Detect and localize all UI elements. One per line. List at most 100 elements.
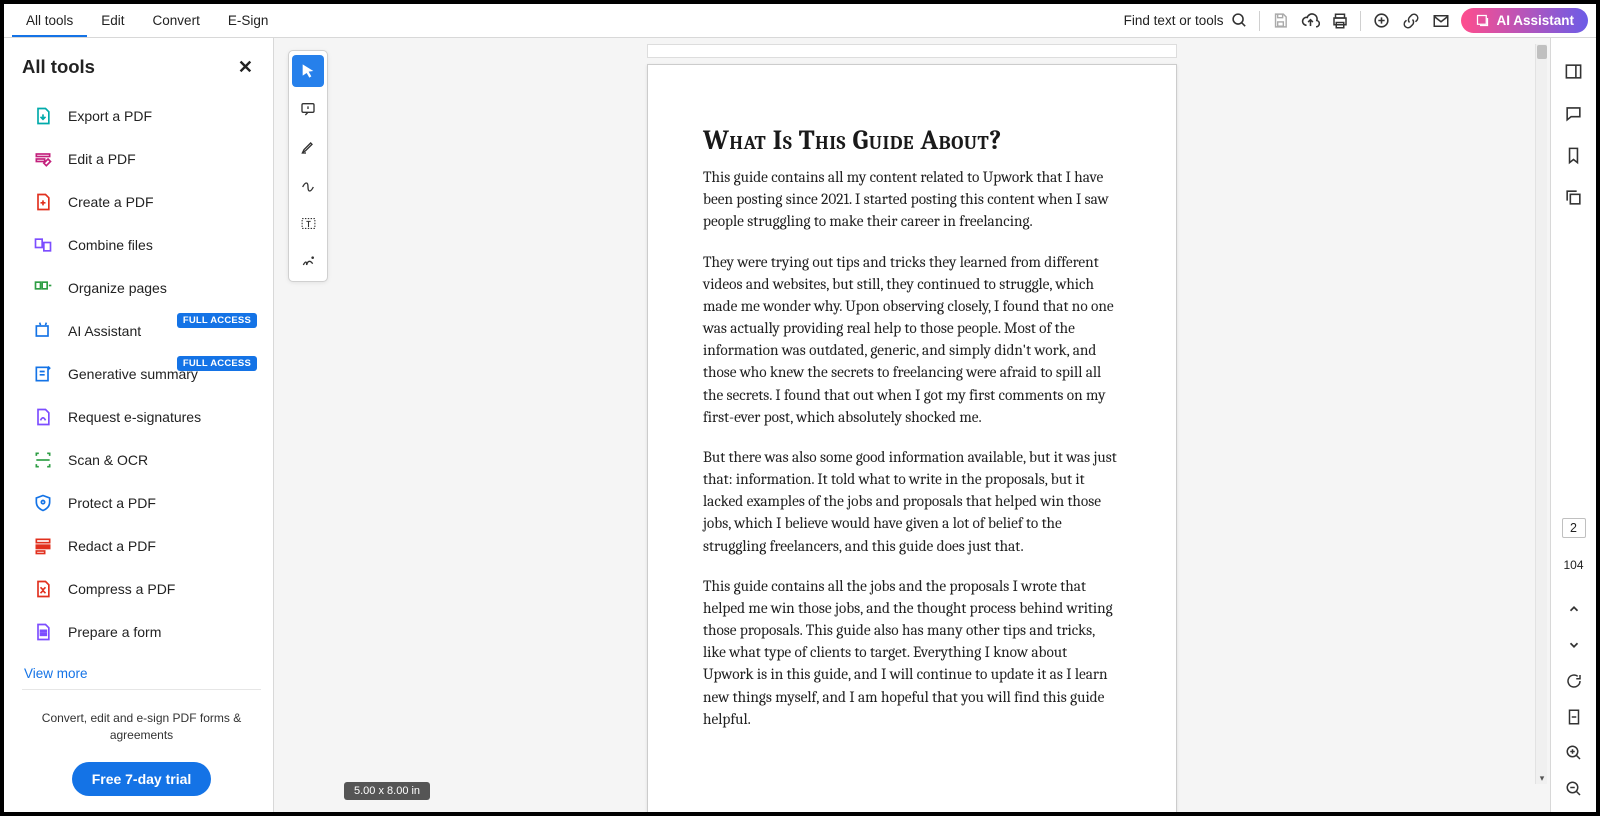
tool-label: Scan & OCR [68, 452, 148, 468]
ai-icon [32, 320, 54, 342]
cloud-upload-icon[interactable] [1300, 11, 1320, 31]
tab-convert[interactable]: Convert [139, 5, 214, 37]
panel-title: All tools [22, 56, 95, 78]
tab-edit[interactable]: Edit [87, 5, 138, 37]
prev-page-edge [647, 44, 1177, 58]
export-pdf-icon [32, 105, 54, 127]
zoom-in-icon[interactable] [1563, 742, 1585, 764]
panel-toggle-icon[interactable] [1563, 60, 1585, 82]
highlight-tool[interactable] [292, 131, 324, 163]
tool-ai-assistant[interactable]: AI Assistant FULL ACCESS [22, 311, 261, 351]
scrollbar-thumb[interactable] [1537, 45, 1547, 59]
tool-label: Organize pages [68, 280, 167, 296]
tool-label: Create a PDF [68, 194, 154, 210]
tool-create-pdf[interactable]: Create a PDF [22, 182, 261, 222]
search-icon [1229, 11, 1249, 31]
page-dimensions-tooltip: 5.00 x 8.00 in [344, 782, 430, 800]
paragraph: This guide contains all my content relat… [703, 166, 1121, 233]
close-panel-button[interactable]: ✕ [238, 57, 253, 78]
tools-list: Export a PDF Edit a PDF Create a PDF Com… [22, 96, 261, 652]
tool-combine-files[interactable]: Combine files [22, 225, 261, 265]
paragraph: They were trying out tips and tricks the… [703, 251, 1121, 428]
free-trial-button[interactable]: Free 7-day trial [72, 762, 212, 796]
print-icon[interactable] [1330, 11, 1350, 31]
tool-protect-pdf[interactable]: Protect a PDF [22, 483, 261, 523]
footer-caption: Convert, edit and e-sign PDF forms & agr… [22, 710, 261, 744]
panel-footer: Convert, edit and e-sign PDF forms & agr… [22, 689, 261, 800]
tool-label: AI Assistant [68, 323, 141, 339]
edit-pdf-icon [32, 148, 54, 170]
organize-icon [32, 277, 54, 299]
summary-icon [32, 363, 54, 385]
find-label: Find text or tools [1124, 13, 1224, 28]
save-icon[interactable] [1270, 11, 1290, 31]
tool-generative-summary[interactable]: Generative summaryFULL ACCESS [22, 354, 261, 394]
scroll-down-arrow[interactable]: ▾ [1536, 772, 1548, 784]
tool-compress-pdf[interactable]: Compress a PDF [22, 569, 261, 609]
tool-label: Export a PDF [68, 108, 152, 124]
ai-pill-label: AI Assistant [1496, 13, 1574, 28]
right-rail: 2 104 [1550, 38, 1596, 812]
compress-icon [32, 578, 54, 600]
view-more-link[interactable]: View more [22, 666, 261, 681]
tool-label: Combine files [68, 237, 153, 253]
comment-tool[interactable] [292, 93, 324, 125]
tool-export-pdf[interactable]: Export a PDF [22, 96, 261, 136]
paragraph: This guide contains all the jobs and the… [703, 575, 1121, 730]
mail-icon[interactable] [1431, 11, 1451, 31]
create-pdf-icon [32, 191, 54, 213]
full-access-badge: FULL ACCESS [177, 313, 257, 328]
combine-icon [32, 234, 54, 256]
tool-prepare-form[interactable]: Prepare a form [22, 612, 261, 652]
signature-tool[interactable] [292, 245, 324, 277]
textbox-tool[interactable] [292, 207, 324, 239]
document-viewport[interactable]: What Is This Guide About? This guide con… [274, 38, 1550, 812]
tool-label: Prepare a form [68, 624, 161, 640]
total-pages: 104 [1563, 558, 1583, 572]
tool-request-signatures[interactable]: Request e-signatures [22, 397, 261, 437]
tab-esign[interactable]: E-Sign [214, 5, 283, 37]
page-down-icon[interactable] [1563, 634, 1585, 656]
tool-redact-pdf[interactable]: Redact a PDF [22, 526, 261, 566]
protect-icon [32, 492, 54, 514]
current-page-input[interactable]: 2 [1562, 518, 1586, 538]
bookmark-icon[interactable] [1563, 144, 1585, 166]
select-tool[interactable] [292, 55, 324, 87]
tool-organize-pages[interactable]: Organize pages [22, 268, 261, 308]
draw-tool[interactable] [292, 169, 324, 201]
rail-bottom-controls [1563, 598, 1585, 812]
zoom-out-icon[interactable] [1563, 778, 1585, 800]
pdf-page: What Is This Guide About? This guide con… [647, 64, 1177, 812]
all-tools-panel: All tools ✕ Export a PDF Edit a PDF Crea… [4, 38, 274, 812]
tool-label: Protect a PDF [68, 495, 156, 511]
ai-sparkle-icon[interactable] [1371, 11, 1391, 31]
paragraph: But there was also some good information… [703, 446, 1121, 557]
link-icon[interactable] [1401, 11, 1421, 31]
copy-icon[interactable] [1563, 186, 1585, 208]
divider [1259, 11, 1260, 31]
find-text-or-tools[interactable]: Find text or tools [1124, 11, 1250, 31]
tool-scan-ocr[interactable]: Scan & OCR [22, 440, 261, 480]
main-area: All tools ✕ Export a PDF Edit a PDF Crea… [4, 38, 1596, 812]
tool-label: Redact a PDF [68, 538, 156, 554]
fit-page-icon[interactable] [1563, 706, 1585, 728]
top-tabs: All tools Edit Convert E-Sign [12, 5, 282, 37]
full-access-badge: FULL ACCESS [177, 356, 257, 371]
form-icon [32, 621, 54, 643]
page-heading: What Is This Guide About? [703, 125, 1121, 156]
tab-all-tools[interactable]: All tools [12, 5, 87, 37]
comments-icon[interactable] [1563, 102, 1585, 124]
page-up-icon[interactable] [1563, 598, 1585, 620]
tool-label: Request e-signatures [68, 409, 201, 425]
tool-edit-pdf[interactable]: Edit a PDF [22, 139, 261, 179]
scan-icon [32, 449, 54, 471]
redact-icon [32, 535, 54, 557]
ai-assistant-button[interactable]: AI Assistant [1461, 8, 1588, 33]
divider [1360, 11, 1361, 31]
top-right-controls: Find text or tools AI Assistant [1124, 8, 1588, 33]
annotation-toolbar [288, 50, 328, 282]
tool-label: Edit a PDF [68, 151, 136, 167]
tool-label: Compress a PDF [68, 581, 175, 597]
vertical-scrollbar[interactable]: ▾ [1535, 44, 1547, 784]
rotate-icon[interactable] [1563, 670, 1585, 692]
